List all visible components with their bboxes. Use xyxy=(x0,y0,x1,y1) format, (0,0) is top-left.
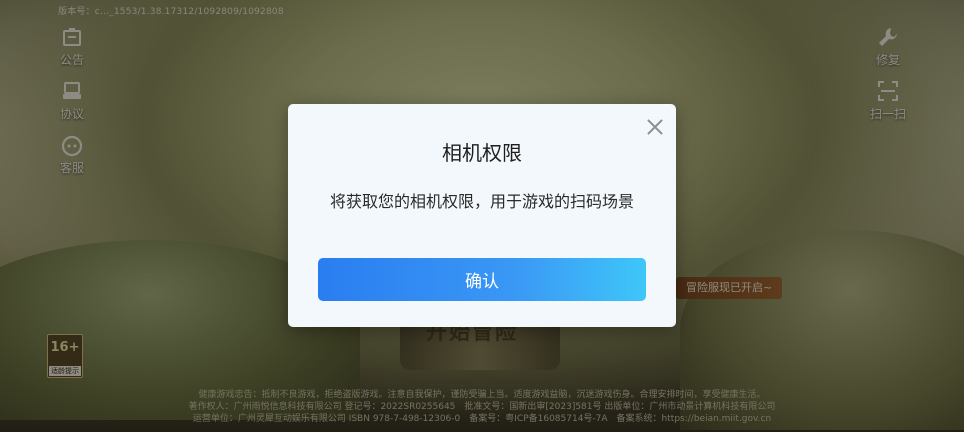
close-icon[interactable] xyxy=(644,116,666,138)
confirm-button[interactable]: 确认 xyxy=(318,258,646,301)
dialog-message: 将获取您的相机权限，用于游戏的扫码场景 xyxy=(329,192,634,211)
camera-permission-dialog: 相机权限 将获取您的相机权限，用于游戏的扫码场景 确认 xyxy=(288,104,676,327)
dialog-title: 相机权限 xyxy=(442,141,522,165)
